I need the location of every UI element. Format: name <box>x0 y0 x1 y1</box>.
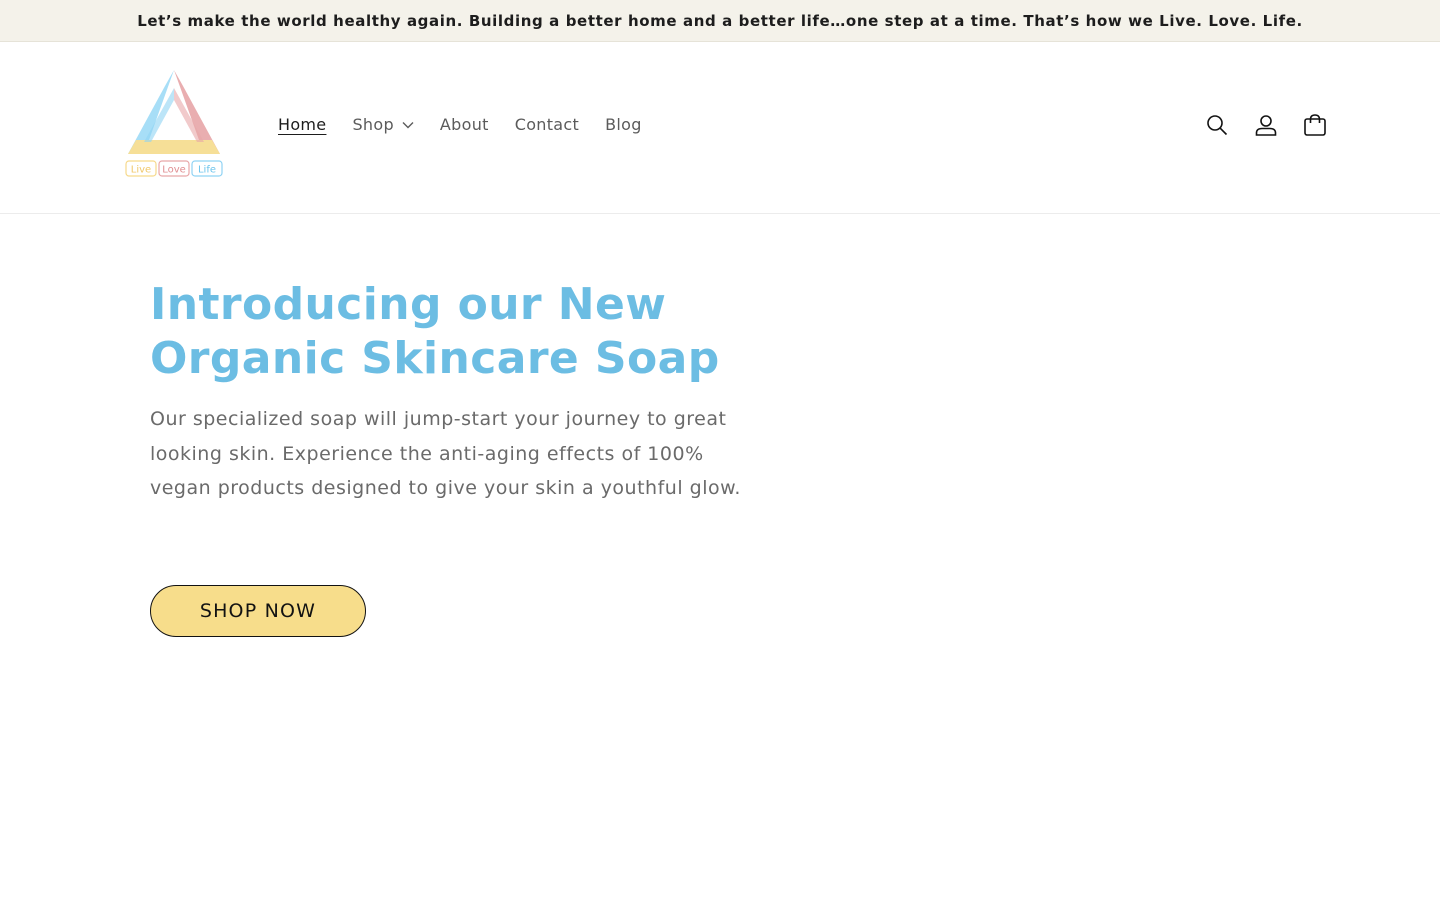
site-header: Live Love Life Home Shop About Contact B… <box>0 42 1440 214</box>
logo[interactable]: Live Love Life <box>124 70 224 182</box>
nav-shop[interactable]: Shop <box>339 109 426 140</box>
cart-icon <box>1303 114 1326 136</box>
nav-shop-label: Shop <box>352 115 394 134</box>
account-icon <box>1255 115 1276 136</box>
logo-word-life: Life <box>198 165 216 176</box>
shop-now-button[interactable]: SHOP NOW <box>150 585 366 637</box>
hero-title: Introducing our New Organic Skincare Soa… <box>150 279 720 384</box>
nav-home[interactable]: Home <box>265 109 339 140</box>
cart-button[interactable] <box>1290 103 1339 147</box>
nav-about-label: About <box>439 115 489 134</box>
account-button[interactable] <box>1241 103 1290 147</box>
nav-about[interactable]: About <box>427 109 502 140</box>
announcement-bar: Let’s make the world healthy again. Buil… <box>0 0 1440 42</box>
search-icon <box>1206 115 1227 136</box>
chevron-down-icon <box>402 121 414 128</box>
search-button[interactable] <box>1192 103 1241 147</box>
hero-section: Introducing our New Organic Skincare Soa… <box>150 278 790 506</box>
logo-word-love: Love <box>162 165 186 176</box>
nav-contact[interactable]: Contact <box>502 109 592 140</box>
nav-contact-label: Contact <box>514 115 580 134</box>
hero-description: Our specialized soap will jump-start you… <box>150 408 741 499</box>
announcement-text: Let’s make the world healthy again. Buil… <box>137 11 1303 30</box>
nav-home-label: Home <box>278 115 327 134</box>
nav-blog[interactable]: Blog <box>592 109 655 140</box>
logo-word-live: Live <box>131 165 151 176</box>
header-icons <box>1192 103 1339 147</box>
main-nav: Home Shop About Contact Blog <box>265 109 655 140</box>
nav-blog-label: Blog <box>605 115 642 134</box>
